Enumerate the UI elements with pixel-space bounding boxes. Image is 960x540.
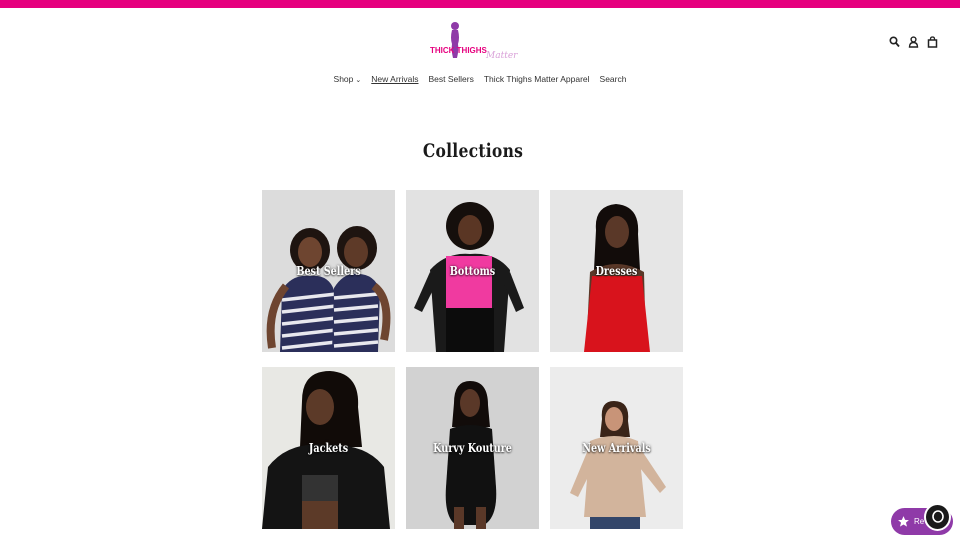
collection-label: Kurvy Kouture xyxy=(433,441,512,455)
page-title: Collections xyxy=(422,140,524,162)
collection-card-dresses[interactable]: Dresses xyxy=(550,190,683,352)
chat-icon xyxy=(932,510,944,523)
cart-icon[interactable] xyxy=(927,35,938,48)
nav-item-shop[interactable]: Shop ⌄ xyxy=(334,74,362,84)
announcement-bar xyxy=(0,0,960,8)
collection-label: Best Sellers xyxy=(296,264,361,278)
chat-button[interactable] xyxy=(924,503,951,531)
collection-label: Bottoms xyxy=(449,264,496,278)
star-icon xyxy=(898,516,909,527)
chevron-down-icon: ⌄ xyxy=(355,77,362,84)
nav-item-search[interactable]: Search xyxy=(600,74,627,84)
account-icon[interactable] xyxy=(908,35,919,48)
collection-card-bottoms[interactable]: Bottoms xyxy=(406,190,539,352)
collections-grid: Best Sellers Bottoms Dresses Jackets Kur… xyxy=(262,190,684,529)
collection-card-jackets[interactable]: Jackets xyxy=(262,367,395,529)
main-nav: Shop ⌄ New Arrivals Best Sellers Thick Th… xyxy=(0,74,960,84)
collection-card-best-sellers[interactable]: Best Sellers xyxy=(262,190,395,352)
logo-text-script: Matter xyxy=(485,51,518,61)
collection-card-new-arrivals[interactable]: New Arrivals xyxy=(550,367,683,529)
nav-item-label: Shop xyxy=(333,74,354,84)
collection-label: Dresses xyxy=(595,264,638,278)
logo-graphic: THICK THIGHS Matter xyxy=(430,22,518,61)
logo-text-main: THICK THIGHS xyxy=(430,46,488,55)
header-icons xyxy=(889,35,938,48)
nav-item-best-sellers[interactable]: Best Sellers xyxy=(429,74,474,84)
collection-label: Jackets xyxy=(308,441,349,455)
nav-item-new-arrivals[interactable]: New Arrivals xyxy=(371,74,418,84)
search-icon[interactable] xyxy=(889,35,900,48)
store-logo[interactable]: THICK THIGHS Matter xyxy=(428,20,518,64)
collection-label: New Arrivals xyxy=(582,441,651,455)
collection-card-kurvy-kouture[interactable]: Kurvy Kouture xyxy=(406,367,539,529)
nav-item-apparel[interactable]: Thick Thighs Matter Apparel xyxy=(484,74,590,84)
